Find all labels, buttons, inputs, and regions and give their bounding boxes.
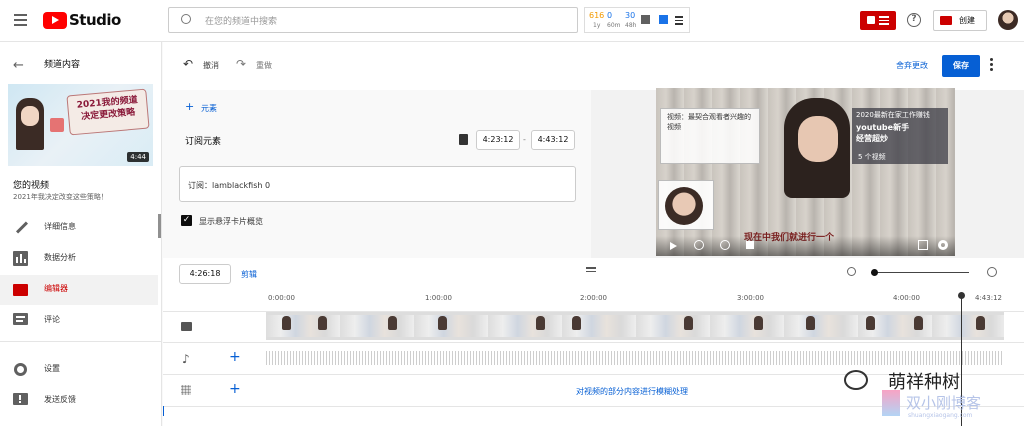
sidebar-item-settings[interactable]: 设置 (0, 355, 158, 385)
editor-toolbar: ↶ 撤消 ↷ 重做 舍弃更改 保存 (163, 42, 1024, 90)
forward-icon[interactable] (720, 240, 730, 250)
drag-handle-icon[interactable] (586, 267, 596, 272)
add-icon[interactable]: + (185, 100, 194, 113)
tick-label: 4:00:00 (893, 294, 920, 302)
player-controls (656, 236, 955, 256)
video-thumbnail[interactable]: 2021我的频道 决定更改策略 4:44 (8, 84, 153, 166)
grid-icon[interactable] (918, 240, 928, 250)
tick-label: 2:00:00 (580, 294, 607, 302)
pencil-icon (13, 220, 29, 235)
save-button[interactable]: 保存 (942, 55, 980, 77)
sidebar-scrollbar[interactable] (158, 214, 161, 238)
watermark: 萌祥种树 双小刚博客 shuangxiaogang.com (836, 366, 1024, 426)
tick-label: 0:00:00 (268, 294, 295, 302)
wechat-icon (844, 370, 868, 390)
start-time-field[interactable]: 4:23:12 (476, 130, 520, 150)
zoom-slider[interactable] (871, 272, 969, 273)
zoom-slider-handle[interactable] (871, 269, 878, 276)
time-ruler[interactable]: 0:00:00 1:00:00 2:00:00 3:00:00 4:00:00 … (163, 292, 1024, 310)
play-app-icon (659, 15, 668, 24)
card-left[interactable]: 视频：最契合观看者兴趣的视频 (660, 108, 760, 164)
delete-icon[interactable] (459, 134, 468, 145)
element-name: 订阅元素 (185, 137, 222, 147)
current-time-field[interactable]: 4:26:18 (179, 264, 231, 284)
end-time-field[interactable]: 4:43:12 (531, 130, 575, 150)
video-title: 2021年我决定改变这些策略！ (13, 193, 108, 201)
redo-button[interactable]: 重做 (256, 60, 272, 71)
video-track (163, 311, 1024, 342)
create-button[interactable]: 创建 (933, 10, 987, 31)
volume-icon[interactable] (746, 241, 754, 249)
trim-button[interactable]: 剪辑 (241, 269, 257, 280)
zoom-out-icon[interactable] (847, 267, 856, 276)
sidebar-item-analytics[interactable]: 数据分析 (0, 244, 158, 274)
list-icon (675, 16, 683, 25)
channel-avatar (665, 187, 703, 225)
sidebar-item-feedback[interactable]: 发送反馈 (0, 386, 158, 416)
avatar[interactable] (998, 10, 1018, 30)
search-input[interactable]: 在您的频道中搜索 (168, 7, 578, 33)
youtube-logo-icon[interactable] (43, 12, 67, 29)
feedback-icon (13, 393, 28, 405)
chart-icon (641, 15, 650, 24)
card-right[interactable]: 2020最新在家工作赚钱 youtube新手 经营超炒 5 个视频 (852, 108, 948, 164)
playhead-knob[interactable] (958, 292, 965, 299)
tick-label: 4:43:12 (975, 294, 1002, 302)
editor-icon (13, 284, 28, 296)
subscribe-element-field[interactable]: 订阅：lamblackfish 0 (179, 166, 576, 202)
music-note-icon: ♪ (182, 352, 190, 366)
audio-waveform[interactable] (266, 351, 1004, 365)
top-header: Studio 在您的频道中搜索 616 0 30 1y 60m 48h ? 创建 (0, 0, 1024, 42)
search-icon (181, 14, 191, 24)
stats-widget[interactable]: 616 0 30 1y 60m 48h (584, 7, 690, 33)
play-icon[interactable] (670, 242, 677, 250)
preview-area: 视频：最契合观看者兴趣的视频 2020最新在家工作赚钱 youtube新手 经营… (591, 88, 1024, 258)
extension-button[interactable] (860, 11, 896, 30)
overview-checkbox[interactable]: ✓ (181, 215, 192, 226)
discard-button[interactable]: 舍弃更改 (896, 60, 928, 71)
add-blur-icon[interactable]: + (229, 381, 241, 397)
studio-logo-text: Studio (69, 11, 121, 29)
sidebar: ← 频道内容 2021我的频道 决定更改策略 4:44 您的视频 2021年我决… (0, 42, 162, 426)
back-arrow-icon[interactable]: ← (13, 58, 24, 73)
element-panel: + 元素 订阅元素 4:23:12 - 4:43:12 订阅：lamblackf… (163, 90, 591, 258)
undo-button[interactable]: 撤消 (203, 60, 219, 71)
tick-label: 1:00:00 (425, 294, 452, 302)
help-icon[interactable]: ? (907, 13, 921, 27)
duration-badge: 4:44 (127, 152, 149, 162)
menu-lines-icon (879, 16, 889, 25)
add-element-button[interactable]: 元素 (201, 103, 217, 114)
video-camera-icon (940, 16, 952, 25)
extension-icon (867, 16, 875, 24)
sidebar-item-comments[interactable]: 评论 (0, 306, 158, 336)
player-settings-icon[interactable] (938, 240, 948, 250)
zoom-in-icon[interactable] (987, 267, 997, 277)
site-logo-icon (882, 390, 900, 416)
subscribe-element-preview[interactable] (658, 180, 714, 230)
redo-icon[interactable]: ↷ (236, 57, 246, 71)
video-filmstrip[interactable] (266, 312, 1004, 340)
video-track-icon (181, 322, 192, 331)
add-audio-icon[interactable]: + (229, 349, 241, 365)
more-vert-icon[interactable] (990, 58, 993, 71)
thumbnail-banner: 2021我的频道 决定更改策略 (66, 88, 150, 136)
sidebar-item-details[interactable]: 详细信息 (0, 213, 158, 243)
analytics-icon (13, 251, 28, 266)
blur-button[interactable]: 对视频的部分内容进行模糊处理 (576, 386, 688, 397)
sidebar-item-editor[interactable]: 编辑器 (0, 275, 158, 305)
menu-icon[interactable] (14, 14, 27, 26)
sidebar-title: 频道内容 (44, 60, 81, 70)
video-label: 您的视频 (13, 181, 50, 191)
video-preview[interactable]: 视频：最契合观看者兴趣的视频 2020最新在家工作赚钱 youtube新手 经营… (656, 88, 955, 256)
tick-label: 3:00:00 (737, 294, 764, 302)
undo-icon[interactable]: ↶ (183, 57, 193, 71)
playlist-label: 5 个视频 (858, 153, 886, 161)
gear-icon (14, 363, 27, 376)
megaphone-icon (50, 118, 64, 132)
comments-icon (13, 313, 28, 325)
blur-icon (181, 385, 191, 395)
rewind-icon[interactable] (694, 240, 704, 250)
checkbox-label: 显示悬浮卡片概览 (199, 217, 263, 226)
